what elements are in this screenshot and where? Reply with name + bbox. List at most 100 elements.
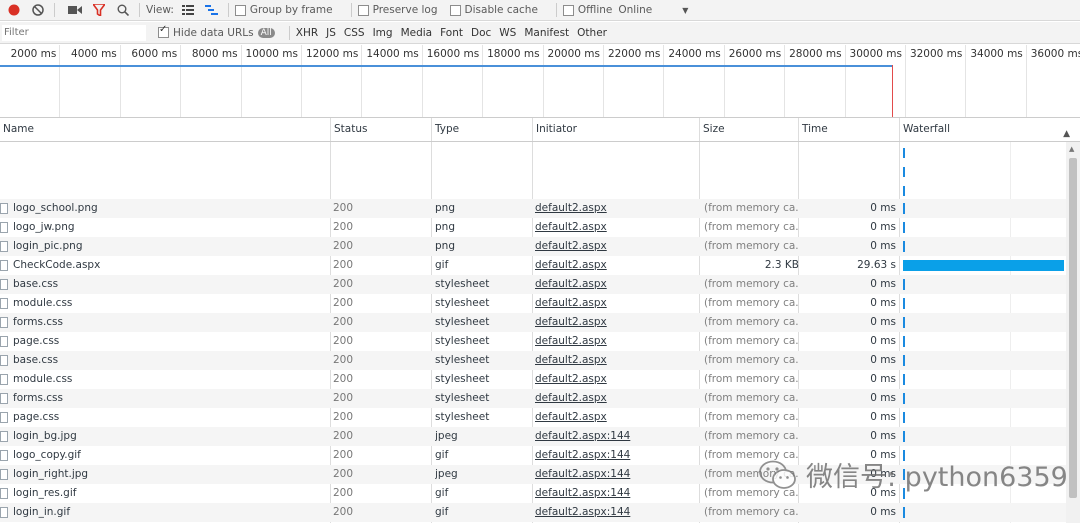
request-initiator-link[interactable]: default2.aspx [535, 332, 695, 351]
type-filter-ws[interactable]: WS [499, 27, 516, 39]
table-row[interactable]: CheckCode.aspx 200 gif default2.aspx 2.3 KB 2… [0, 256, 1066, 275]
sort-up-icon[interactable]: ▲ [1063, 123, 1070, 141]
table-row[interactable]: module.css 200 stylesheet default2.aspx (fro… [0, 294, 1066, 313]
checkbox-box[interactable] [158, 24, 169, 38]
request-initiator-link[interactable]: default2.aspx:144 [535, 427, 695, 446]
clear-icon[interactable] [28, 1, 48, 19]
record-icon[interactable] [4, 1, 24, 19]
chevron-down-icon[interactable]: ▼ [682, 6, 688, 15]
request-initiator-link[interactable]: default2.aspx [535, 389, 695, 408]
request-name-cell[interactable]: login_res.gif [0, 484, 330, 503]
request-name-cell[interactable]: CheckCode.aspx [0, 256, 330, 275]
request-initiator-link[interactable]: default2.aspx [535, 199, 695, 218]
waterfall-bar [903, 241, 905, 252]
table-row[interactable]: login_pic.png 200 png default2.aspx (from me… [0, 237, 1066, 256]
table-row[interactable]: base.css 200 stylesheet default2.aspx (from … [0, 275, 1066, 294]
request-initiator-link[interactable]: default2.aspx:144 [535, 484, 695, 503]
request-name: module.css [13, 297, 73, 309]
overview-waterfall-icon[interactable] [202, 1, 222, 19]
request-initiator-link[interactable]: default2.aspx [535, 294, 695, 313]
scrollbar-thumb[interactable] [1069, 158, 1077, 498]
column-initiator[interactable]: Initiator [533, 118, 700, 141]
request-initiator-link[interactable]: default2.aspx [535, 408, 695, 427]
checkbox-box[interactable] [449, 4, 461, 16]
disable-cache-checkbox[interactable]: Disable cache [449, 4, 538, 16]
column-size[interactable]: Size [700, 118, 799, 141]
type-filter-all[interactable]: All [257, 27, 275, 38]
request-name-cell[interactable]: logo_school.png [0, 199, 330, 218]
table-row[interactable]: forms.css 200 stylesheet default2.aspx (from… [0, 313, 1066, 332]
column-name[interactable]: Name [0, 118, 331, 141]
request-name-cell[interactable]: login_right.jpg [0, 465, 330, 484]
search-icon[interactable] [113, 1, 133, 19]
request-initiator-link[interactable]: default2.aspx [535, 218, 695, 237]
timeline-tick: 22000 ms [604, 45, 665, 117]
request-initiator-link[interactable]: default2.aspx:144 [535, 465, 695, 484]
checkbox-box[interactable] [562, 4, 574, 16]
request-initiator-link[interactable]: default2.aspx:144 [535, 446, 695, 465]
request-name-cell[interactable]: page.css [0, 332, 330, 351]
request-initiator-link[interactable]: default2.aspx [535, 351, 695, 370]
group-by-frame-checkbox[interactable]: Group by frame [234, 4, 333, 16]
table-row[interactable]: forms.css 200 stylesheet default2.aspx (from… [0, 389, 1066, 408]
column-time[interactable]: Time [799, 118, 900, 141]
type-filter-xhr[interactable]: XHR [296, 27, 318, 39]
request-name-cell[interactable]: forms.css [0, 313, 330, 332]
type-filter-manifest[interactable]: Manifest [524, 27, 569, 39]
offline-checkbox[interactable]: Offline [562, 4, 612, 16]
request-name-cell[interactable]: forms.css [0, 389, 330, 408]
type-filter-font[interactable]: Font [440, 27, 463, 39]
table-row[interactable]: logo_school.png 200 png default2.aspx (from … [0, 199, 1066, 218]
request-initiator-link[interactable]: default2.aspx [535, 313, 695, 332]
request-type: gif [435, 506, 449, 518]
type-filter-js[interactable]: JS [326, 27, 336, 39]
request-initiator-link[interactable]: default2.aspx [535, 370, 695, 389]
filter-input[interactable] [2, 24, 146, 41]
checkbox-box[interactable] [357, 4, 369, 16]
table-row[interactable]: login_bg.jpg 200 jpeg default2.aspx:144 (fro… [0, 427, 1066, 446]
timeline-tick: 24000 ms [664, 45, 725, 117]
type-filter-img[interactable]: Img [373, 27, 393, 39]
preserve-log-checkbox[interactable]: Preserve log [357, 4, 438, 16]
table-row[interactable]: page.css 200 stylesheet default2.aspx (from … [0, 332, 1066, 351]
column-waterfall[interactable]: Waterfall ▲ [900, 118, 1080, 141]
throttle-select[interactable]: Online [618, 4, 652, 16]
table-row[interactable]: module.css 200 stylesheet default2.aspx (fro… [0, 370, 1066, 389]
request-initiator-link[interactable]: default2.aspx [535, 275, 695, 294]
filter-icon[interactable] [89, 1, 109, 19]
request-initiator-link[interactable]: default2.aspx:144 [535, 503, 695, 522]
table-row[interactable]: logo_jw.png 200 png default2.aspx (from memo… [0, 218, 1066, 237]
request-initiator-link[interactable]: default2.aspx [535, 256, 695, 275]
type-filter-css[interactable]: CSS [344, 27, 365, 39]
request-name-cell[interactable]: module.css [0, 294, 330, 313]
request-name-cell[interactable]: login_in.gif [0, 503, 330, 522]
request-waterfall [902, 294, 1066, 313]
wechat-logo-icon [759, 460, 796, 489]
column-status[interactable]: Status [331, 118, 432, 141]
type-filter-media[interactable]: Media [401, 27, 433, 39]
request-name-cell[interactable]: logo_jw.png [0, 218, 330, 237]
request-name-cell[interactable]: login_pic.png [0, 237, 330, 256]
table-row[interactable]: base.css 200 stylesheet default2.aspx (from … [0, 351, 1066, 370]
request-name-cell[interactable]: base.css [0, 275, 330, 294]
request-name-cell[interactable]: login_bg.jpg [0, 427, 330, 446]
table-row[interactable]: login_in.gif 200 gif default2.aspx:144 (from… [0, 503, 1066, 522]
type-filter-doc[interactable]: Doc [471, 27, 491, 39]
request-name-cell[interactable]: page.css [0, 408, 330, 427]
scroll-up-icon[interactable]: ▲ [1069, 145, 1074, 153]
hide-data-urls-checkbox[interactable]: Hide data URLs [158, 24, 254, 39]
request-initiator-link[interactable]: default2.aspx [535, 237, 695, 256]
request-size: (from memory ca... [704, 335, 799, 347]
table-row[interactable]: page.css 200 stylesheet default2.aspx (from … [0, 408, 1066, 427]
timeline-overview[interactable]: 2000 ms 4000 ms 6000 ms 8000 ms 10000 ms 1200… [0, 45, 1080, 118]
request-name-cell[interactable]: base.css [0, 351, 330, 370]
checkbox-box[interactable] [234, 4, 246, 16]
column-type[interactable]: Type [432, 118, 533, 141]
request-size: (from memory ca... [704, 354, 799, 366]
large-rows-icon[interactable] [178, 1, 198, 19]
request-name-cell[interactable]: module.css [0, 370, 330, 389]
vertical-scrollbar[interactable]: ▲ [1066, 142, 1080, 523]
type-filter-other[interactable]: Other [577, 27, 607, 39]
camera-icon[interactable] [65, 1, 85, 19]
request-name-cell[interactable]: logo_copy.gif [0, 446, 330, 465]
